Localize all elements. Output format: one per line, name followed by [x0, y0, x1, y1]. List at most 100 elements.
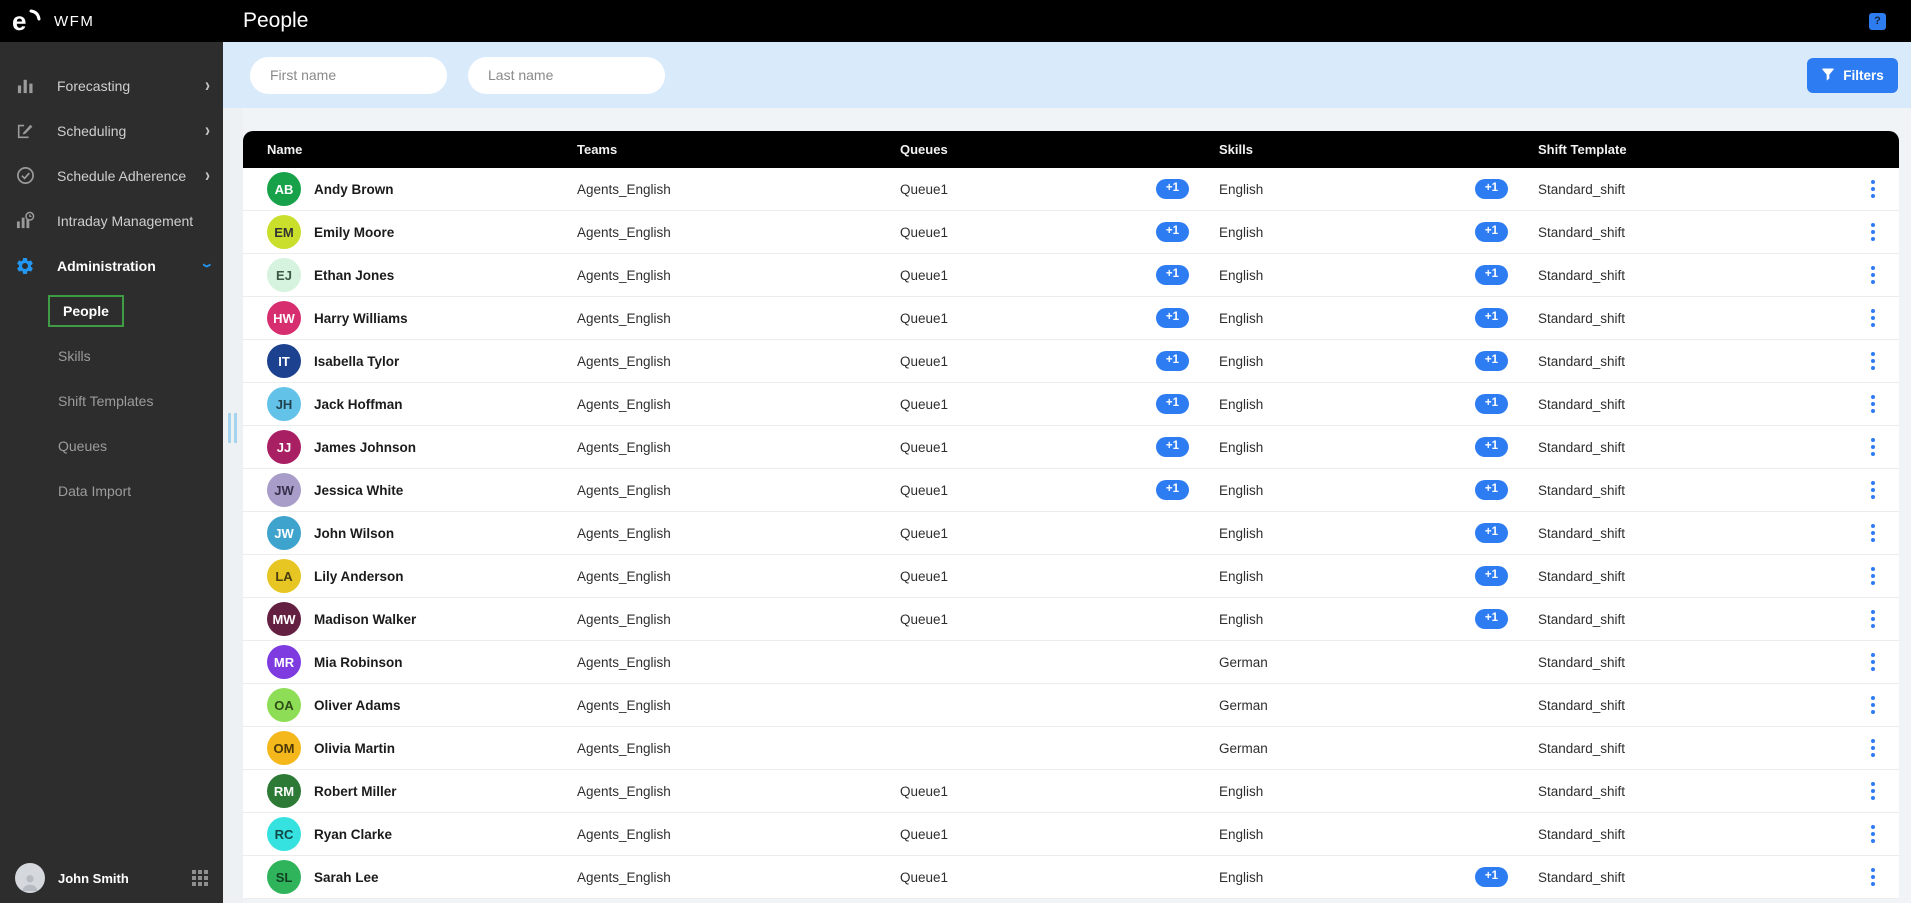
skill-more-badge[interactable]: +1 — [1474, 566, 1508, 586]
skill-value: German — [1219, 654, 1268, 670]
skill-more-badge[interactable]: +1 — [1474, 394, 1508, 414]
queue-more-badge[interactable]: +1 — [1155, 265, 1189, 285]
svg-text:e: e — [12, 6, 26, 36]
shift-template-cell: Standard_shift — [1538, 353, 1626, 369]
sidebar-item-forecasting[interactable]: Forecasting › — [0, 63, 223, 108]
row-menu-kebab-icon[interactable] — [1867, 606, 1879, 632]
table-row[interactable]: LA Lily Anderson Agents_English Queue1 E… — [243, 555, 1899, 598]
table-row[interactable]: HW Harry Williams Agents_English Queue1 … — [243, 297, 1899, 340]
team-cell: Agents_English — [577, 869, 671, 885]
sidebar-item-scheduling[interactable]: Scheduling › — [0, 108, 223, 153]
table-row[interactable]: EM Emily Moore Agents_English Queue1 +1 … — [243, 211, 1899, 254]
row-menu-kebab-icon[interactable] — [1867, 735, 1879, 761]
queue-more-badge[interactable]: +1 — [1155, 351, 1189, 371]
skill-more-badge[interactable]: +1 — [1474, 222, 1508, 242]
skill-cell: German — [1219, 655, 1538, 670]
skill-cell: English +1 — [1219, 351, 1538, 371]
skill-value: English — [1219, 611, 1264, 627]
avatar: LA — [267, 559, 301, 593]
filters-button[interactable]: Filters — [1807, 57, 1898, 93]
apps-grid-icon[interactable] — [192, 870, 208, 886]
table-row[interactable]: OA Oliver Adams Agents_English German St… — [243, 684, 1899, 727]
skill-more-badge[interactable]: +1 — [1474, 867, 1508, 887]
name-cell: HW Harry Williams — [267, 301, 577, 335]
queue-more-badge[interactable]: +1 — [1155, 394, 1189, 414]
table-row[interactable]: MR Mia Robinson Agents_English German St… — [243, 641, 1899, 684]
avatar: JJ — [267, 430, 301, 464]
row-menu-kebab-icon[interactable] — [1867, 520, 1879, 546]
sidebar-item-queues[interactable]: Queues — [0, 423, 223, 468]
row-menu-kebab-icon[interactable] — [1867, 477, 1879, 503]
person-name: Ryan Clarke — [314, 826, 393, 842]
actions-cell — [1867, 692, 1909, 718]
table-row[interactable]: JJ James Johnson Agents_English Queue1 +… — [243, 426, 1899, 469]
sidebar-item-people[interactable]: People — [0, 288, 223, 333]
skill-more-badge[interactable]: +1 — [1474, 480, 1508, 500]
row-menu-kebab-icon[interactable] — [1867, 348, 1879, 374]
row-menu-kebab-icon[interactable] — [1867, 219, 1879, 245]
row-menu-kebab-icon[interactable] — [1867, 821, 1879, 847]
table-row[interactable]: IT Isabella Tylor Agents_English Queue1 … — [243, 340, 1899, 383]
skill-cell: English +1 — [1219, 609, 1538, 629]
table-row[interactable]: JW John Wilson Agents_English Queue1 Eng… — [243, 512, 1899, 555]
avatar: MR — [267, 645, 301, 679]
row-menu-kebab-icon[interactable] — [1867, 692, 1879, 718]
queue-more-badge[interactable]: +1 — [1155, 480, 1189, 500]
sidebar-item-administration[interactable]: Administration › — [0, 243, 223, 288]
avatar: RM — [267, 774, 301, 808]
skill-more-badge[interactable]: +1 — [1474, 437, 1508, 457]
table-row[interactable]: AB Andy Brown Agents_English Queue1 +1 E… — [243, 168, 1899, 211]
sidebar-item-shift-templates[interactable]: Shift Templates — [0, 378, 223, 423]
person-name: John Wilson — [314, 525, 395, 541]
name-cell: JJ James Johnson — [267, 430, 577, 464]
user-menu[interactable]: John Smith — [0, 853, 223, 903]
queue-more-badge[interactable]: +1 — [1155, 179, 1189, 199]
sidebar-nav: Forecasting › Scheduling › Schedule Adhe… — [0, 42, 223, 513]
avatar: EJ — [267, 258, 301, 292]
avatar: OA — [267, 688, 301, 722]
last-name-input[interactable] — [468, 56, 665, 94]
table-row[interactable]: EJ Ethan Jones Agents_English Queue1 +1 … — [243, 254, 1899, 297]
skill-cell: English — [1219, 784, 1538, 799]
row-menu-kebab-icon[interactable] — [1867, 778, 1879, 804]
table-row[interactable]: OM Olivia Martin Agents_English German S… — [243, 727, 1899, 770]
chevron-right-icon: › — [205, 164, 210, 187]
skill-more-badge[interactable]: +1 — [1474, 351, 1508, 371]
table-row[interactable]: MW Madison Walker Agents_English Queue1 … — [243, 598, 1899, 641]
queue-value: Queue1 — [900, 181, 949, 197]
sidebar-item-schedule-adherence[interactable]: Schedule Adherence › — [0, 153, 223, 198]
row-menu-kebab-icon[interactable] — [1867, 434, 1879, 460]
row-menu-kebab-icon[interactable] — [1867, 391, 1879, 417]
splitter-handle[interactable] — [228, 413, 237, 443]
table-row[interactable]: RM Robert Miller Agents_English Queue1 E… — [243, 770, 1899, 813]
row-menu-kebab-icon[interactable] — [1867, 649, 1879, 675]
skill-more-badge[interactable]: +1 — [1474, 179, 1508, 199]
table-row[interactable]: SL Sarah Lee Agents_English Queue1 Engli… — [243, 856, 1899, 899]
table-row[interactable]: JH Jack Hoffman Agents_English Queue1 +1… — [243, 383, 1899, 426]
row-menu-kebab-icon[interactable] — [1867, 305, 1879, 331]
sidebar-item-data-import[interactable]: Data Import — [0, 468, 223, 513]
actions-cell — [1867, 563, 1909, 589]
skill-more-badge[interactable]: +1 — [1474, 609, 1508, 629]
skill-cell: English +1 — [1219, 437, 1538, 457]
row-menu-kebab-icon[interactable] — [1867, 176, 1879, 202]
row-menu-kebab-icon[interactable] — [1867, 864, 1879, 890]
queue-more-badge[interactable]: +1 — [1155, 222, 1189, 242]
help-icon[interactable]: ? — [1869, 12, 1886, 30]
row-menu-kebab-icon[interactable] — [1867, 262, 1879, 288]
queue-value: Queue1 — [900, 869, 949, 885]
team-cell: Agents_English — [577, 353, 671, 369]
row-menu-kebab-icon[interactable] — [1867, 563, 1879, 589]
queue-more-badge[interactable]: +1 — [1155, 308, 1189, 328]
table-row[interactable]: RC Ryan Clarke Agents_English Queue1 Eng… — [243, 813, 1899, 856]
skill-more-badge[interactable]: +1 — [1474, 265, 1508, 285]
sidebar-item-skills[interactable]: Skills — [0, 333, 223, 378]
skill-more-badge[interactable]: +1 — [1474, 308, 1508, 328]
skill-more-badge[interactable]: +1 — [1474, 523, 1508, 543]
first-name-input[interactable] — [250, 56, 447, 94]
sidebar-item-intraday-management[interactable]: Intraday Management — [0, 198, 223, 243]
table-row[interactable]: JW Jessica White Agents_English Queue1 +… — [243, 469, 1899, 512]
queue-more-badge[interactable]: +1 — [1155, 437, 1189, 457]
skill-value: English — [1219, 568, 1264, 584]
avatar: HW — [267, 301, 301, 335]
